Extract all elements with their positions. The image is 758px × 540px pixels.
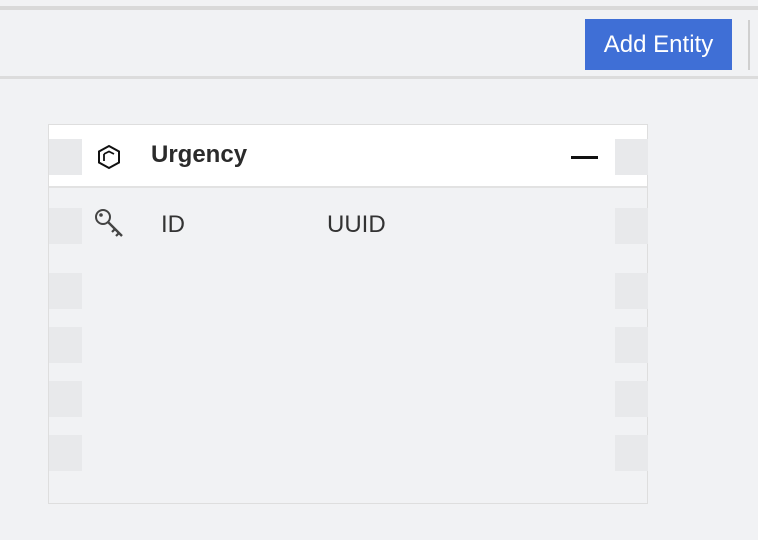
minus-icon [571,156,598,159]
right-connector-handle[interactable] [615,273,648,309]
entity-card-header[interactable]: Urgency [49,125,648,188]
right-connector-handle[interactable] [615,435,648,471]
left-connector-handle[interactable] [49,327,82,363]
left-connector-handle[interactable] [49,381,82,417]
right-connector-handle[interactable] [615,381,648,417]
left-connector-handle[interactable] [49,273,82,309]
toolbar-separator [748,20,750,70]
right-connector-handle[interactable] [615,327,648,363]
toolbar-divider [0,76,758,79]
left-connector-handle[interactable] [49,139,82,175]
left-connector-handle[interactable] [49,435,82,471]
attribute-type: UUID [327,211,386,238]
add-entity-button[interactable]: Add Entity [585,19,732,70]
attribute-row[interactable]: ID UUID [49,205,648,245]
key-icon [95,209,123,237]
entity-title: Urgency [151,141,248,168]
cube-icon [98,144,120,170]
right-connector-handle[interactable] [615,208,648,244]
collapse-button[interactable] [569,143,601,171]
entity-card[interactable]: Urgency ID UUID [48,124,648,504]
left-connector-handle[interactable] [49,208,82,244]
attribute-name: ID [161,211,185,238]
right-connector-handle[interactable] [615,139,648,175]
